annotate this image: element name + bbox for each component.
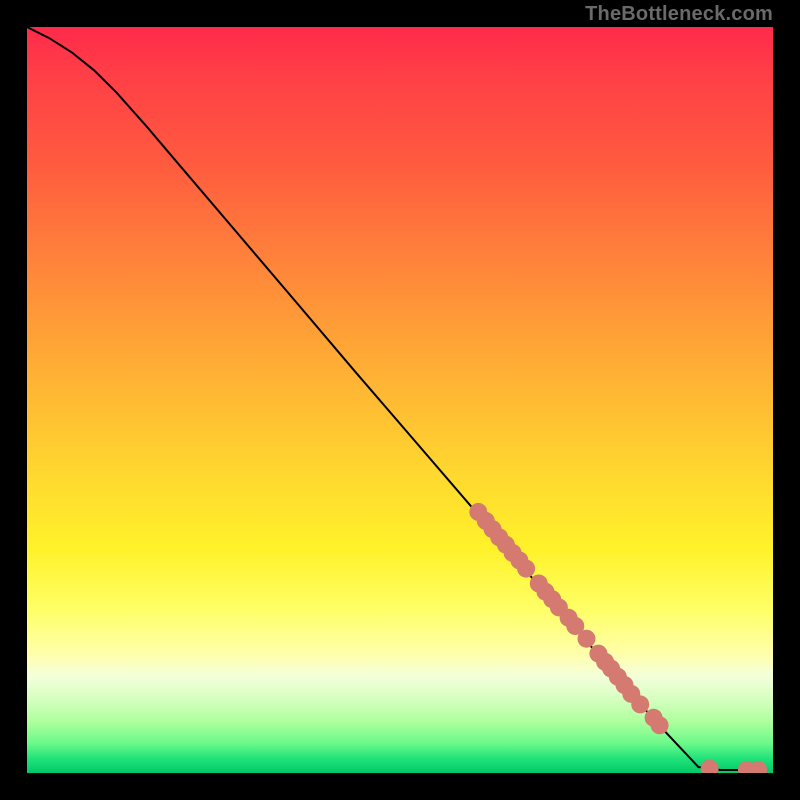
attribution-text: TheBottleneck.com (585, 4, 773, 24)
chart-stage: TheBottleneck.com (0, 0, 800, 800)
bottleneck-curve (27, 27, 751, 770)
data-points (469, 503, 767, 773)
data-point (701, 760, 719, 774)
data-point (517, 560, 535, 578)
chart-overlay (27, 27, 773, 773)
data-point (578, 630, 596, 648)
data-point (651, 716, 669, 734)
data-point (631, 695, 649, 713)
curve-line (27, 27, 751, 770)
